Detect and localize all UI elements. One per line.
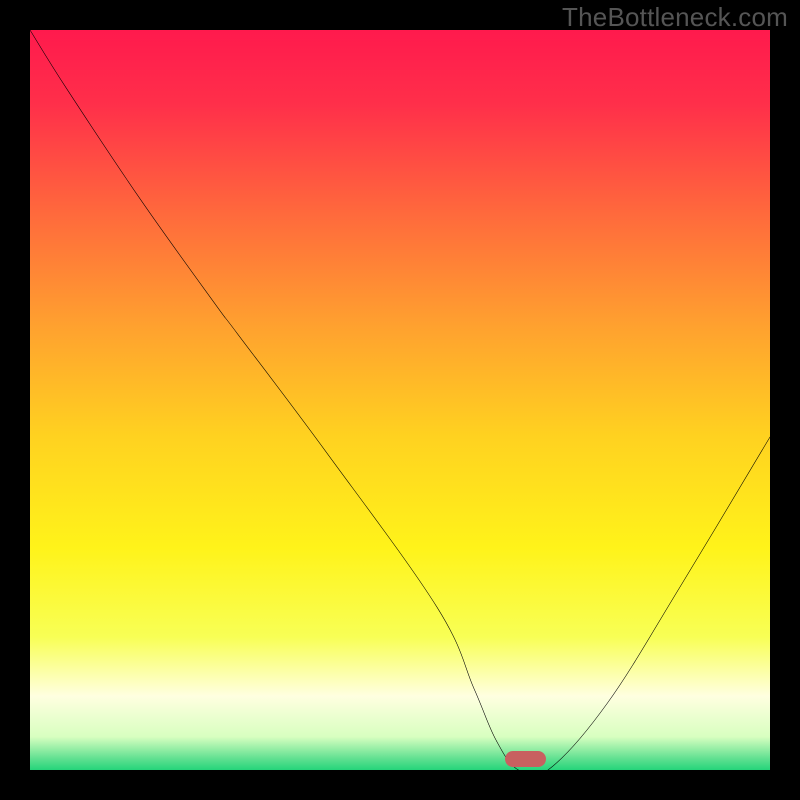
bottleneck-curve <box>30 30 770 770</box>
optimal-point-marker <box>505 751 546 767</box>
chart-frame: TheBottleneck.com <box>0 0 800 800</box>
watermark-text: TheBottleneck.com <box>562 2 788 33</box>
plot-area <box>30 30 770 770</box>
